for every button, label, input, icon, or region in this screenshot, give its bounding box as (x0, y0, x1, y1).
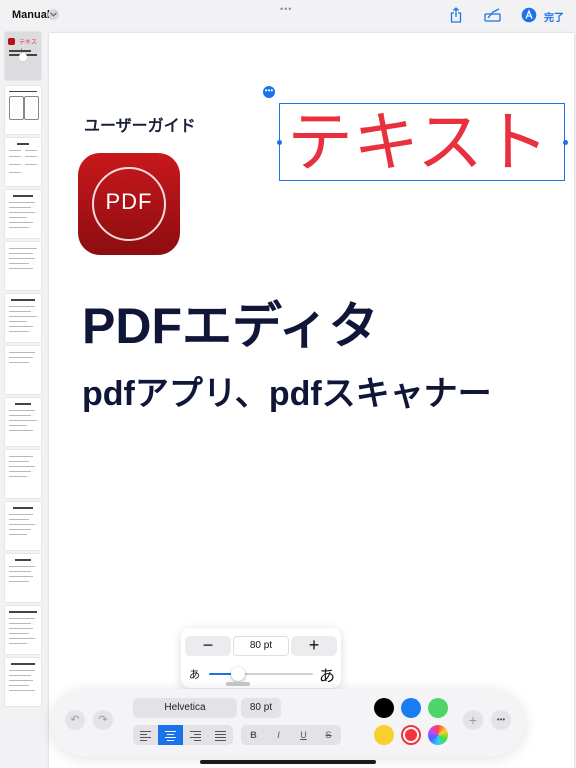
page-thumbnail[interactable] (5, 346, 41, 394)
font-size-value[interactable]: 80 pt (233, 636, 289, 656)
page-thumbnail[interactable] (5, 138, 41, 186)
resize-handle-right[interactable] (563, 140, 568, 145)
bold-button[interactable]: B (241, 725, 266, 745)
font-size-popover: − 80 pt + あ あ (181, 628, 341, 688)
strikethrough-button[interactable]: S (316, 725, 341, 745)
align-justify-icon[interactable] (208, 725, 233, 745)
text-format-toolbar: ↶ ↷ Helvetica 80 pt B I U S + ••• (51, 689, 525, 757)
small-size-glyph: あ (189, 669, 200, 681)
color-swatch-green[interactable] (428, 698, 448, 718)
top-bar: Manual ••• 完了 (0, 0, 576, 30)
app-icon: PDF (78, 153, 180, 255)
color-swatch-blue[interactable] (401, 698, 421, 718)
large-size-glyph: あ (318, 668, 335, 685)
page-thumbnail[interactable]: テキスト (5, 32, 41, 80)
font-name-button[interactable]: Helvetica (133, 698, 237, 718)
font-size-button[interactable]: 80 pt (241, 698, 281, 718)
color-swatch-black[interactable] (374, 698, 394, 718)
user-guide-label: ユーザーガイド (84, 118, 196, 135)
document-title[interactable]: Manual (12, 9, 50, 21)
color-swatch-yellow[interactable] (374, 725, 394, 745)
redo-icon[interactable]: ↷ (93, 710, 113, 730)
done-button[interactable]: 完了 (544, 9, 564, 24)
color-wheel-icon[interactable] (428, 725, 448, 745)
app-icon-text: PDF (105, 189, 153, 214)
main-heading: PDFエディタ (82, 298, 379, 354)
more-options-button[interactable]: ••• (491, 710, 511, 730)
selected-text[interactable]: テキスト (287, 104, 549, 180)
align-center-icon[interactable] (158, 725, 183, 745)
decrease-size-button[interactable]: − (185, 636, 231, 656)
size-slider-knob[interactable] (231, 667, 246, 681)
italic-button[interactable]: I (266, 725, 291, 745)
chevron-down-icon[interactable] (48, 9, 59, 20)
page-thumbnail[interactable] (5, 606, 41, 654)
align-right-icon[interactable] (183, 725, 208, 745)
share-icon[interactable] (450, 7, 462, 23)
page-thumbnail[interactable] (5, 190, 41, 238)
page-thumbnail[interactable] (5, 502, 41, 550)
page-thumbnail[interactable] (5, 294, 41, 342)
undo-icon[interactable]: ↶ (65, 710, 85, 730)
page-thumbnail[interactable] (5, 398, 41, 446)
resize-handle-left[interactable] (277, 140, 282, 145)
page-thumbnail[interactable] (5, 86, 41, 134)
increase-size-button[interactable]: + (291, 636, 337, 656)
sub-heading: pdfアプリ、pdfスキャナー (82, 375, 492, 413)
home-indicator (200, 760, 376, 764)
markup-pen-icon[interactable] (484, 7, 502, 23)
page-thumbnail[interactable] (5, 450, 41, 498)
underline-button[interactable]: U (291, 725, 316, 745)
text-format-icon[interactable] (521, 7, 537, 23)
more-dots-icon[interactable]: ••• (280, 4, 292, 14)
text-style-control: B I U S (241, 725, 341, 745)
size-slider[interactable] (209, 667, 313, 681)
align-left-icon[interactable] (133, 725, 158, 745)
add-button[interactable]: + (463, 710, 483, 730)
page-thumbnail[interactable] (5, 658, 41, 706)
page-thumbnail[interactable] (5, 242, 41, 290)
color-swatch-red-selected[interactable] (401, 725, 421, 745)
selection-more-icon[interactable]: ••• (263, 86, 275, 98)
page-thumbnail-sidebar[interactable]: テキスト (4, 32, 42, 732)
toolbar-grabber[interactable] (226, 682, 250, 686)
alignment-control (133, 725, 233, 745)
page-thumbnail[interactable] (5, 554, 41, 602)
